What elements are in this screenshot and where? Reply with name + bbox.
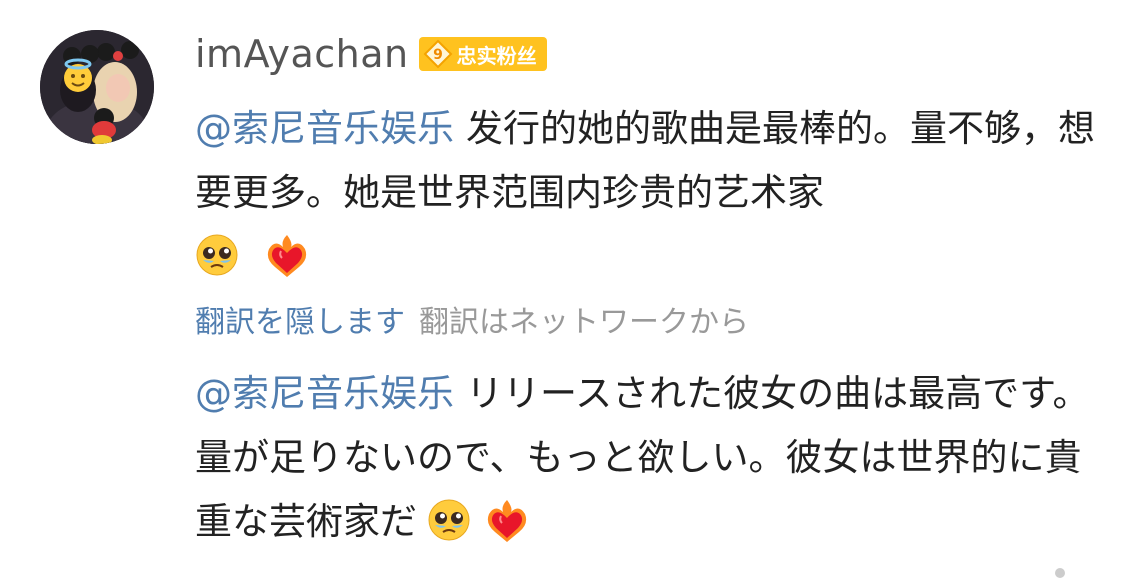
translation-bar: 翻訳を隠します 翻訳はネットワークから [195,296,749,342]
heart-on-fire-emoji [267,235,306,277]
fan-level-number: 9 [433,47,443,63]
translation-source-note: 翻訳はネットワークから [419,305,749,340]
more-options-dot [1055,568,1065,578]
username[interactable]: imAyachan [195,32,409,76]
pleading-face-emoji [196,234,238,276]
fan-level-badge: 9 [423,39,453,69]
fan-badge-label: 忠实粉丝 [456,43,537,68]
diamond-icon: 9 [423,39,453,69]
comment-original-text: @索尼音乐娱乐 发行的她的歌曲是最棒的。量不够，想要更多。她是世界范围内珍贵的艺术… [195,97,1095,289]
comment-header: imAyachan 9 忠实粉丝 [195,30,547,78]
hide-translation-button[interactable]: 翻訳を隠します [195,297,405,341]
fan-badge[interactable]: 9 忠实粉丝 [418,37,547,71]
mention-link-translated[interactable]: @索尼音乐娱乐 [195,372,454,415]
heart-on-fire-emoji [487,500,527,542]
pleading-face-emoji [428,499,470,541]
comment-translated-text: @索尼音乐娱乐 リリースされた彼女の曲は最高です。量が足りないので、もっと欲しい。… [195,362,1095,554]
avatar-photo [40,30,154,144]
avatar[interactable] [40,30,154,144]
mention-link[interactable]: @索尼音乐娱乐 [195,107,454,150]
